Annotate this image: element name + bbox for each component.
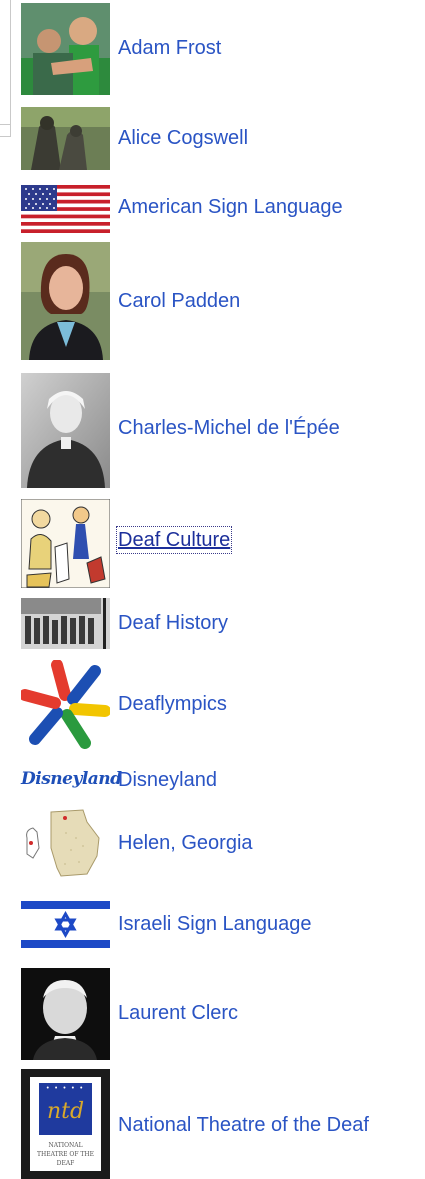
deaf-history-photo-icon <box>21 598 110 649</box>
list-item-adam-frost[interactable]: Adam Frost <box>0 3 425 95</box>
list-item-label[interactable]: Deaf Culture <box>115 526 233 554</box>
deaf-culture-illustration-icon <box>21 499 110 588</box>
ntd-logo-dots: • • • • • <box>46 1085 85 1092</box>
ntd-logo-icon: • • • • • ntd NATIONAL THEATRE OF THE DE… <box>21 1069 110 1179</box>
list-item-label[interactable]: American Sign Language <box>118 195 343 219</box>
list-item-deaf-culture[interactable]: Deaf Culture <box>0 499 425 588</box>
list-item-label[interactable]: Laurent Clerc <box>118 1001 238 1025</box>
list-item-label[interactable]: Helen, Georgia <box>118 831 253 855</box>
list-item-american-sign-language[interactable]: American Sign Language <box>0 185 425 233</box>
list-item-label[interactable]: National Theatre of the Deaf <box>118 1113 369 1137</box>
ntd-logo-caption: NATIONAL THEATRE OF THE DEAF <box>36 1142 95 1167</box>
alice-cogswell-statue-icon <box>21 107 110 170</box>
list-item-label[interactable]: Alice Cogswell <box>118 126 248 150</box>
list-item-helen-georgia[interactable]: Helen, Georgia <box>0 808 425 882</box>
list-item-label[interactable]: Deaf History <box>118 611 228 635</box>
carol-padden-photo-icon <box>21 242 110 360</box>
list-item-israeli-sign-language[interactable]: Israeli Sign Language <box>0 896 425 953</box>
list-item-charles-michel-de-lepee[interactable]: Charles-Michel de l'Épée <box>0 373 425 488</box>
list-item-label[interactable]: Carol Padden <box>118 289 240 313</box>
list-item-label[interactable]: Charles-Michel de l'Épée <box>118 416 340 440</box>
list-item-carol-padden[interactable]: Carol Padden <box>0 242 425 360</box>
list-item-disneyland[interactable]: Disneyland Disneyland <box>0 763 425 797</box>
ntd-logo-panel: • • • • • ntd NATIONAL THEATRE OF THE DE… <box>30 1077 101 1171</box>
list-item-label[interactable]: Disneyland <box>118 768 217 792</box>
list-item-deaflympics[interactable]: Deaflympics <box>0 660 425 750</box>
israel-flag-icon <box>21 896 110 953</box>
list-item-deaf-history[interactable]: Deaf History <box>0 598 425 649</box>
deaflympics-logo-icon <box>21 660 110 750</box>
list-item-label[interactable]: Israeli Sign Language <box>118 912 311 936</box>
ntd-logo-text: ntd <box>46 1099 85 1124</box>
us-flag-icon <box>21 185 110 233</box>
ntd-logo-square: • • • • • ntd <box>39 1083 92 1135</box>
list-item-label[interactable]: Adam Frost <box>118 36 221 60</box>
list-item-laurent-clerc[interactable]: Laurent Clerc <box>0 968 425 1060</box>
list-item-national-theatre-of-the-deaf[interactable]: • • • • • ntd NATIONAL THEATRE OF THE DE… <box>0 1069 425 1179</box>
list-item-alice-cogswell[interactable]: Alice Cogswell <box>0 107 425 170</box>
adam-frost-photo-icon <box>21 3 110 95</box>
charles-michel-portrait-icon <box>21 373 110 488</box>
laurent-clerc-portrait-icon <box>21 968 110 1060</box>
georgia-map-icon <box>21 808 110 882</box>
list-item-label[interactable]: Deaflympics <box>118 692 227 716</box>
disneyland-logo-icon: Disneyland <box>21 769 122 789</box>
